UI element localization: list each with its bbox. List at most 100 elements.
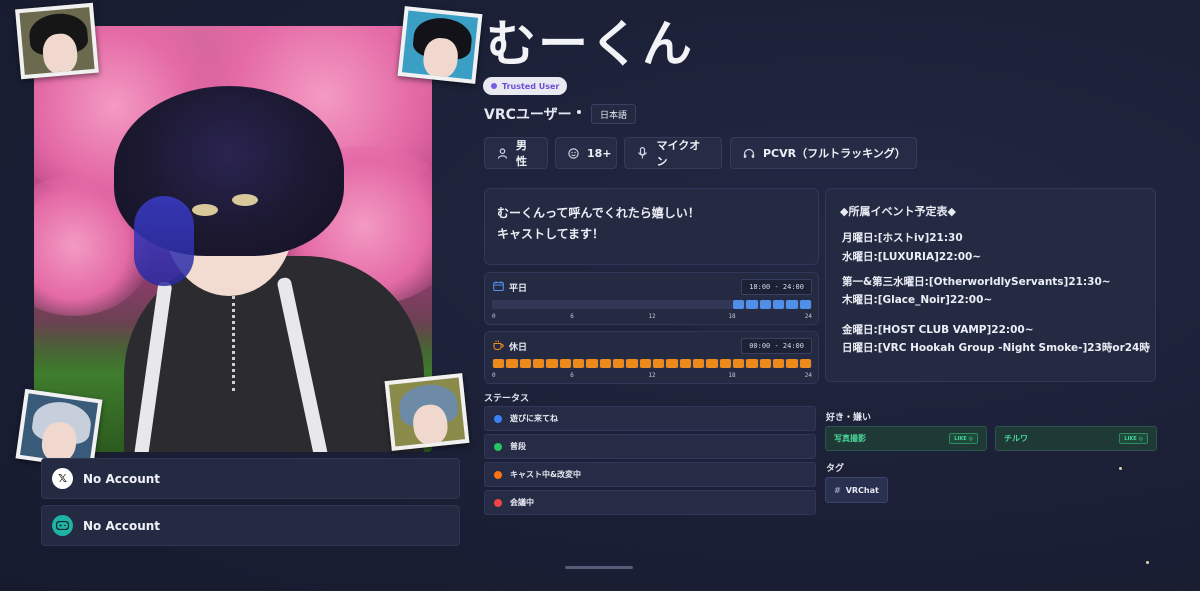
schedule-holiday: 休日 00:00 - 24:00 0 6 12 18 24 (484, 331, 819, 384)
person-icon (497, 147, 508, 159)
schedule-hour-segment (773, 359, 785, 368)
tick-label: 12 (648, 372, 656, 379)
status-item[interactable]: 会議中 (484, 490, 816, 515)
trust-badge-label: Trusted User (502, 81, 560, 91)
schedule-hour-segment (533, 359, 545, 368)
schedule-hour-segment (559, 359, 571, 368)
attribute-label: 男性 (516, 139, 527, 168)
schedule-hour-segment (746, 300, 758, 309)
x-logo-icon: 𝕏 (52, 468, 73, 489)
status-dot-icon (494, 414, 502, 423)
trust-badge: Trusted User (483, 77, 568, 95)
schedule-hour-segment (746, 359, 758, 368)
schedule-hour-segment (799, 359, 811, 368)
tick-label: 12 (648, 313, 656, 320)
like-item[interactable]: チルワ LIKE ◎ (995, 426, 1157, 451)
attribute-label: 18+ (587, 146, 612, 160)
status-label: 普段 (510, 442, 526, 451)
attribute-age: 18+ (555, 137, 617, 169)
schedule-label: 休日 (509, 343, 528, 353)
status-label: 会議中 (510, 498, 534, 507)
like-item[interactable]: 写真撮影 LIKE ◎ (825, 426, 987, 451)
tag-label: VRChat (845, 485, 879, 495)
microphone-icon (637, 147, 649, 159)
tick-label: 24 (804, 313, 812, 320)
event-line: 水曜日:[LUXURIA]22:00~ (842, 251, 982, 263)
event-line: 月曜日:[ホストiv]21:30 (842, 232, 963, 244)
check-circle-icon: ◎ (968, 435, 973, 442)
events-panel: ◆所属イベント予定表◆ 月曜日:[ホストiv]21:30 水曜日:[LUXURI… (825, 188, 1156, 382)
schedule-time: 00:00 - 24:00 (741, 338, 812, 354)
social-account-x[interactable]: 𝕏 No Account (41, 458, 460, 499)
schedule-hour-segment (706, 359, 718, 368)
schedule-weekday: 平日 18:00 - 24:00 0 6 12 18 24 (484, 272, 819, 325)
gamepad-icon (52, 515, 73, 536)
schedule-ticks: 0 6 12 18 24 (492, 372, 812, 382)
bio-line: キャストしてます！ (497, 227, 605, 241)
status-dot-icon (494, 442, 502, 451)
event-line: 第一&第三水曜日:[OtherworldlyServants]21:30~ (842, 276, 1111, 288)
schedule-hour-segment (493, 359, 505, 368)
status-title: ステータス (484, 394, 530, 404)
profile-name: むーくん (486, 15, 694, 73)
calendar-icon (493, 281, 504, 294)
status-label: 遊びに来てね (510, 414, 558, 423)
like-badge: LIKE ◎ (949, 433, 978, 444)
tick-label: 0 (492, 372, 496, 379)
schedule-hour-segment (506, 359, 518, 368)
schedule-hour-segment (519, 359, 531, 368)
check-circle-icon: ◎ (1138, 435, 1143, 442)
schedule-hour-segment (759, 300, 771, 309)
social-account-game[interactable]: No Account (41, 505, 460, 546)
like-label: 写真撮影 (834, 434, 866, 443)
event-line: 金曜日:[HOST CLUB VAMP]22:00~ (842, 324, 1034, 336)
bio-text: むーくんって呼んでくれたら嬉しい！ キャストしてます！ (497, 203, 700, 245)
profile-photo (34, 26, 432, 452)
schedule-hour-segment (759, 359, 771, 368)
schedule-hour-segment (613, 359, 625, 368)
schedule-hour-segment (733, 359, 745, 368)
status-dot-icon (494, 470, 502, 479)
schedule-hour-segment (599, 359, 611, 368)
schedule-time: 18:00 - 24:00 (741, 279, 812, 295)
attribute-gender: 男性 (484, 137, 548, 169)
attribute-label: PCVR（フルトラッキング） (763, 147, 906, 160)
status-item[interactable]: 遊びに来てね (484, 406, 816, 431)
attribute-platform: PCVR（フルトラッキング） (730, 137, 917, 169)
badge-dot-icon (491, 83, 497, 89)
events-title: ◆所属イベント予定表◆ (840, 205, 956, 218)
bio-line: むーくんって呼んでくれたら嬉しい！ (497, 206, 700, 220)
schedule-hour-segment (586, 359, 598, 368)
attribute-mic: マイクオン (624, 137, 722, 169)
tags-title: タグ (826, 464, 845, 474)
schedule-hour-segment (626, 359, 638, 368)
schedule-hour-segment (693, 359, 705, 368)
tick-label: 18 (728, 313, 736, 320)
schedule-hour-segment (786, 300, 798, 309)
bio-panel: むーくんって呼んでくれたら嬉しい！ キャストしてます！ (484, 188, 819, 265)
tick-label: 0 (492, 313, 496, 320)
status-label: キャスト中&改変中 (510, 470, 581, 479)
status-dot-icon (494, 498, 502, 507)
schedule-hour-segment (653, 359, 665, 368)
background-star (1146, 561, 1149, 564)
schedule-hour-segment (666, 359, 678, 368)
photo-sticker (397, 6, 483, 84)
tick-label: 6 (570, 372, 574, 379)
headset-icon (743, 147, 755, 159)
tick-label: 18 (728, 372, 736, 379)
schedule-hour-segment (639, 359, 651, 368)
hash-icon: # (834, 485, 841, 495)
social-account-label: No Account (83, 518, 161, 533)
status-item[interactable]: キャスト中&改変中 (484, 462, 816, 487)
like-label: チルワ (1004, 434, 1028, 443)
schedule-hour-segment (799, 300, 811, 309)
status-item[interactable]: 普段 (484, 434, 816, 459)
tick-label: 6 (570, 313, 574, 320)
social-account-label: No Account (83, 471, 161, 486)
scroll-indicator[interactable] (565, 566, 633, 569)
tag-chip[interactable]: # VRChat (825, 477, 888, 503)
event-line: 日曜日:[VRC Hookah Group -Night Smoke-]23時o… (842, 342, 1150, 354)
schedule-bar (492, 359, 812, 368)
like-badge-label: LIKE (954, 435, 967, 442)
